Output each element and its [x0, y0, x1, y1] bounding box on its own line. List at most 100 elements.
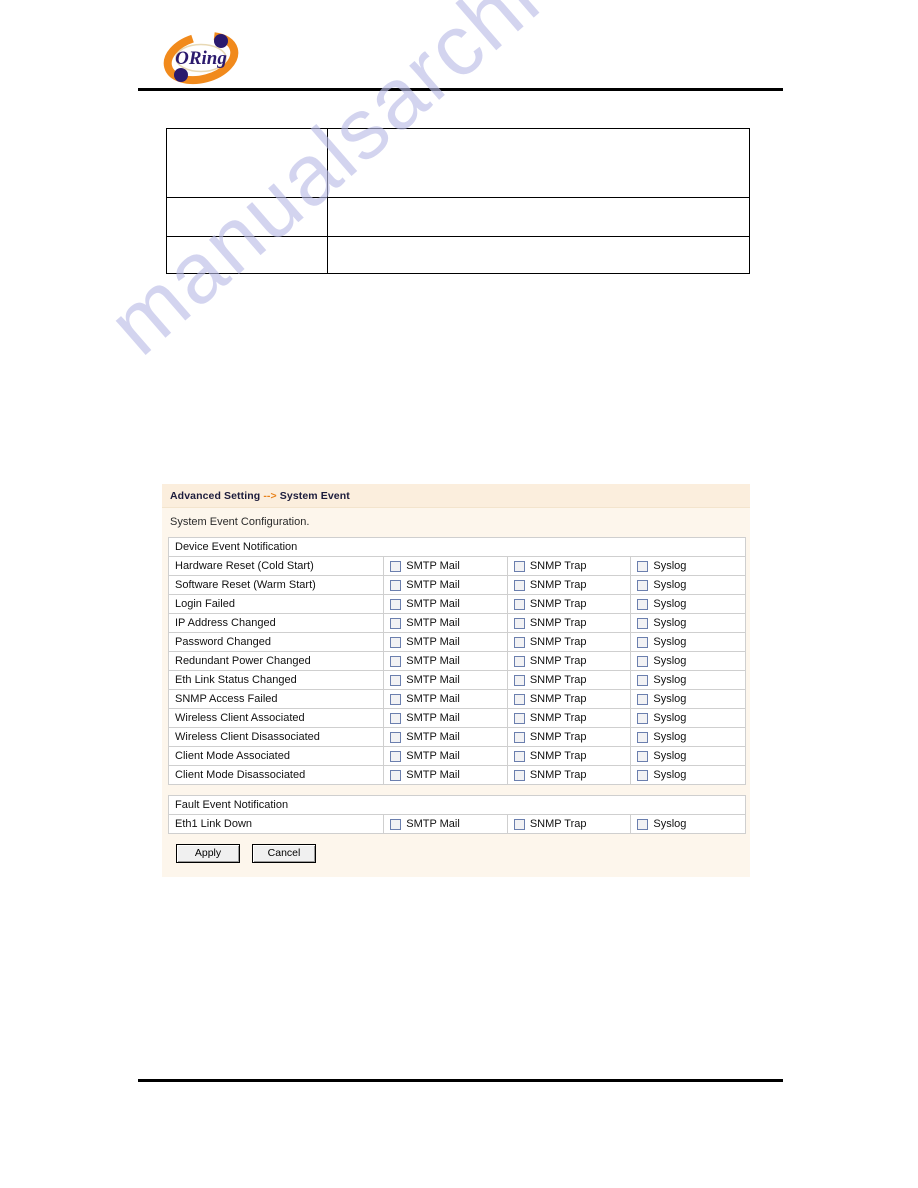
event-row: Eth Link Status Changed SMTP Mail SNMP Tra…	[169, 671, 745, 690]
notification-option[interactable]: SMTP Mail	[384, 709, 508, 727]
checkbox-icon[interactable]	[390, 674, 402, 686]
notification-option[interactable]: SNMP Trap	[508, 690, 632, 708]
notification-option-label: Syslog	[653, 655, 687, 667]
notification-option[interactable]: SMTP Mail	[384, 557, 508, 575]
checkbox-icon[interactable]	[513, 560, 525, 572]
oring-logo: ORing	[160, 30, 242, 86]
notification-option[interactable]: SNMP Trap	[508, 728, 632, 746]
notification-option[interactable]: SMTP Mail	[384, 595, 508, 613]
event-row: Client Mode Associated SMTP Mail SNMP Trap…	[169, 747, 745, 766]
notification-option[interactable]: SNMP Trap	[508, 652, 632, 670]
notification-option[interactable]: Syslog	[631, 576, 745, 594]
checkbox-icon[interactable]	[513, 712, 525, 724]
checkbox-icon[interactable]	[390, 712, 402, 724]
checkbox-icon[interactable]	[637, 731, 649, 743]
notification-option[interactable]: SNMP Trap	[508, 671, 632, 689]
device-section-header: Device Event Notification	[169, 538, 745, 557]
checkbox-icon[interactable]	[390, 617, 402, 629]
checkbox-icon[interactable]	[390, 655, 402, 667]
notification-option-label: SMTP Mail	[406, 560, 460, 572]
checkbox-icon[interactable]	[637, 818, 649, 830]
notification-option[interactable]: SMTP Mail	[384, 614, 508, 632]
notification-option[interactable]: SMTP Mail	[384, 576, 508, 594]
notification-option[interactable]: SMTP Mail	[384, 671, 508, 689]
notification-option[interactable]: SMTP Mail	[384, 815, 508, 833]
notification-option[interactable]: Syslog	[631, 728, 745, 746]
notification-option[interactable]: SNMP Trap	[508, 595, 632, 613]
event-row: Eth1 Link Down SMTP Mail SNMP Trap Syslog	[169, 815, 745, 834]
notification-option[interactable]: Syslog	[631, 557, 745, 575]
notification-option[interactable]: Syslog	[631, 633, 745, 651]
checkbox-icon[interactable]	[390, 693, 402, 705]
checkbox-icon[interactable]	[513, 693, 525, 705]
notification-option[interactable]: SNMP Trap	[508, 766, 632, 784]
checkbox-icon[interactable]	[637, 617, 649, 629]
notification-option[interactable]: Syslog	[631, 747, 745, 765]
notification-option[interactable]: SNMP Trap	[508, 576, 632, 594]
apply-button[interactable]: Apply	[176, 844, 240, 863]
checkbox-icon[interactable]	[513, 750, 525, 762]
notification-option[interactable]: SNMP Trap	[508, 709, 632, 727]
checkbox-icon[interactable]	[513, 617, 525, 629]
notification-option[interactable]: Syslog	[631, 614, 745, 632]
notification-option[interactable]: Syslog	[631, 595, 745, 613]
checkbox-icon[interactable]	[513, 598, 525, 610]
event-row: Password Changed SMTP Mail SNMP Trap Syslog	[169, 633, 745, 652]
notification-option[interactable]: SMTP Mail	[384, 747, 508, 765]
checkbox-icon[interactable]	[390, 598, 402, 610]
checkbox-icon[interactable]	[513, 674, 525, 686]
fault-event-grid: Fault Event Notification Eth1 Link Down SM…	[168, 795, 746, 834]
notification-option[interactable]: SNMP Trap	[508, 557, 632, 575]
notification-option[interactable]: SMTP Mail	[384, 766, 508, 784]
checkbox-icon[interactable]	[637, 560, 649, 572]
notification-option[interactable]: Syslog	[631, 652, 745, 670]
checkbox-icon[interactable]	[390, 769, 402, 781]
checkbox-icon[interactable]	[637, 636, 649, 648]
event-row: Software Reset (Warm Start) SMTP Mail SNMP…	[169, 576, 745, 595]
checkbox-icon[interactable]	[637, 579, 649, 591]
checkbox-icon[interactable]	[513, 731, 525, 743]
checkbox-icon[interactable]	[637, 598, 649, 610]
checkbox-icon[interactable]	[637, 693, 649, 705]
checkbox-icon[interactable]	[637, 750, 649, 762]
notification-option[interactable]: SMTP Mail	[384, 728, 508, 746]
notification-option[interactable]: Syslog	[631, 671, 745, 689]
checkbox-icon[interactable]	[513, 636, 525, 648]
notification-option[interactable]: Syslog	[631, 709, 745, 727]
event-row: Login Failed SMTP Mail SNMP Trap Syslog	[169, 595, 745, 614]
event-row: Client Mode Disassociated SMTP Mail SNMP T…	[169, 766, 745, 785]
notification-option[interactable]: SNMP Trap	[508, 747, 632, 765]
checkbox-icon[interactable]	[390, 636, 402, 648]
notification-option[interactable]: SNMP Trap	[508, 633, 632, 651]
checkbox-icon[interactable]	[390, 818, 402, 830]
checkbox-icon[interactable]	[513, 579, 525, 591]
checkbox-icon[interactable]	[513, 818, 525, 830]
notification-option[interactable]: SNMP Trap	[508, 614, 632, 632]
notification-option[interactable]: Syslog	[631, 766, 745, 784]
notification-option[interactable]: SMTP Mail	[384, 690, 508, 708]
notification-option[interactable]: Syslog	[631, 815, 745, 833]
spec-value-cell	[327, 197, 750, 237]
notification-option[interactable]: SNMP Trap	[508, 815, 632, 833]
breadcrumb-page: System Event	[279, 490, 350, 502]
checkbox-icon[interactable]	[390, 731, 402, 743]
checkbox-icon[interactable]	[390, 579, 402, 591]
notification-option[interactable]: SMTP Mail	[384, 652, 508, 670]
checkbox-icon[interactable]	[637, 655, 649, 667]
notification-option-label: SNMP Trap	[529, 655, 587, 667]
header-rule	[138, 88, 783, 91]
checkbox-icon[interactable]	[513, 655, 525, 667]
event-name: Hardware Reset (Cold Start)	[169, 557, 385, 575]
checkbox-icon[interactable]	[513, 769, 525, 781]
checkbox-icon[interactable]	[390, 750, 402, 762]
event-name: IP Address Changed	[169, 614, 385, 632]
checkbox-icon[interactable]	[390, 560, 402, 572]
checkbox-icon[interactable]	[637, 769, 649, 781]
checkbox-icon[interactable]	[637, 674, 649, 686]
notification-option[interactable]: Syslog	[631, 690, 745, 708]
breadcrumb-prefix: Advanced Setting	[170, 490, 261, 502]
checkbox-icon[interactable]	[637, 712, 649, 724]
notification-option[interactable]: SMTP Mail	[384, 633, 508, 651]
cancel-button[interactable]: Cancel	[252, 844, 316, 863]
section-title: Fault Event Notification	[169, 796, 745, 814]
